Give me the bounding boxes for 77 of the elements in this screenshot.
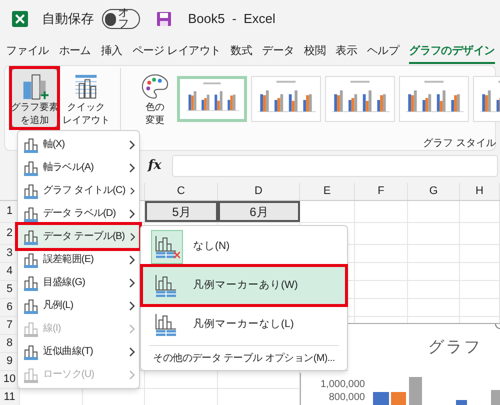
menu-item[interactable]: データ ラベル(D) [18,202,139,225]
chevron-icon [129,370,135,380]
submenu-item[interactable]: なし(N) [143,228,345,265]
formula-input[interactable] [172,155,498,177]
menu-item[interactable]: 凡例(L) [18,294,139,317]
column-header[interactable]: C [145,183,218,200]
chevron-icon [129,324,135,334]
ribbon-tab[interactable]: データ [262,42,294,64]
chart-element-icon [24,320,38,336]
ribbon-button[interactable]: クイック レイアウト [62,68,110,128]
menu-item[interactable]: 軸ラベル(A) [18,156,139,179]
group-label: グラフ スタイル [423,137,497,151]
column-header[interactable]: D [218,183,300,200]
menu-item[interactable]: その他のデータ テーブル オプション(M)... [141,348,347,368]
chart-style-thumbnail[interactable] [325,76,395,122]
resize-handle[interactable] [495,324,500,329]
chevron-icon [129,162,135,172]
column-header[interactable]: H [460,183,500,200]
ribbon-tab[interactable]: ヘルプ [367,42,400,64]
submenu-item[interactable]: 凡例マーカーなし(L) [143,306,345,343]
data-table-icon [154,234,180,260]
chart-element-icon [24,298,38,314]
chart-element-icon [24,274,38,290]
table-cell: 6月 [218,201,300,222]
chevron-icon [129,278,135,288]
chart-element-icon [24,206,38,222]
chevron-icon [130,186,135,196]
menu-item[interactable]: 誤差範囲(E) [18,248,139,271]
chart-area[interactable]: 1,000,000 800,000 [300,373,500,405]
submenu-item[interactable]: 凡例マーカーあり(W) [143,267,345,304]
ribbon-tab[interactable]: ホーム [58,42,91,64]
autosave-toggle[interactable]: オフ [102,9,140,29]
table-cell: 5月 [145,201,218,222]
menu-item[interactable]: 近似曲線(T) [18,340,139,363]
column-header[interactable]: G [408,183,460,200]
ribbon-tab[interactable]: 校閲 [304,42,326,64]
chevron-icon [129,254,135,264]
excel-logo-icon [12,11,28,27]
chart-style-thumbnail[interactable] [399,76,469,122]
ribbon-tab[interactable]: 挿入 [100,42,122,64]
chart-element-icon [24,252,38,268]
menu-item[interactable]: 目盛線(G) [18,271,139,294]
row-header[interactable]: 11 [0,389,20,405]
chevron-icon [129,300,135,310]
chart-background[interactable]: グラフ [348,323,500,373]
annotation-frame [9,66,60,130]
chart-element-icon [24,182,38,198]
palette-icon [140,72,170,101]
column-header[interactable]: F [355,183,408,200]
ribbon-button[interactable]: 色の 変更 [135,68,175,128]
axis-label: 1,000,000 [320,378,365,392]
chart-title: グラフ [428,338,482,358]
autosave-label: 自動保存 [42,10,94,28]
chevron-icon [130,232,135,242]
chart-element-icon [24,136,38,152]
fx-label[interactable]: fx [148,156,166,176]
chevron-icon [129,346,135,356]
menu-item[interactable]: データ テーブル(B) [18,225,139,248]
save-icon[interactable] [156,11,172,27]
chevron-icon [129,208,135,218]
ribbon-tab[interactable]: ファイル [6,42,49,64]
ribbon-tab[interactable]: ページ レイアウト [132,42,221,64]
chart-style-thumbnail[interactable] [177,76,247,122]
chart-element-icon [24,160,38,176]
ribbon-tab[interactable]: 表示 [336,42,358,64]
ribbon-button[interactable]: グラフ要素 を追加 [11,68,58,128]
menu-item[interactable]: 軸(X) [18,133,139,156]
chart-element-icon [24,228,38,244]
column-header[interactable]: E [300,183,355,200]
ribbon-tab[interactable]: 数式 [230,42,252,64]
chart-element-icon [24,366,38,382]
window-title: Book5 - Excel [188,10,276,28]
chevron-icon [129,140,135,150]
menu-item[interactable]: グラフ タイトル(C) [18,179,139,202]
chart-element-icon [24,344,38,360]
axis-label: 800,000 [328,391,365,405]
chart-style-thumbnail[interactable] [251,76,321,122]
